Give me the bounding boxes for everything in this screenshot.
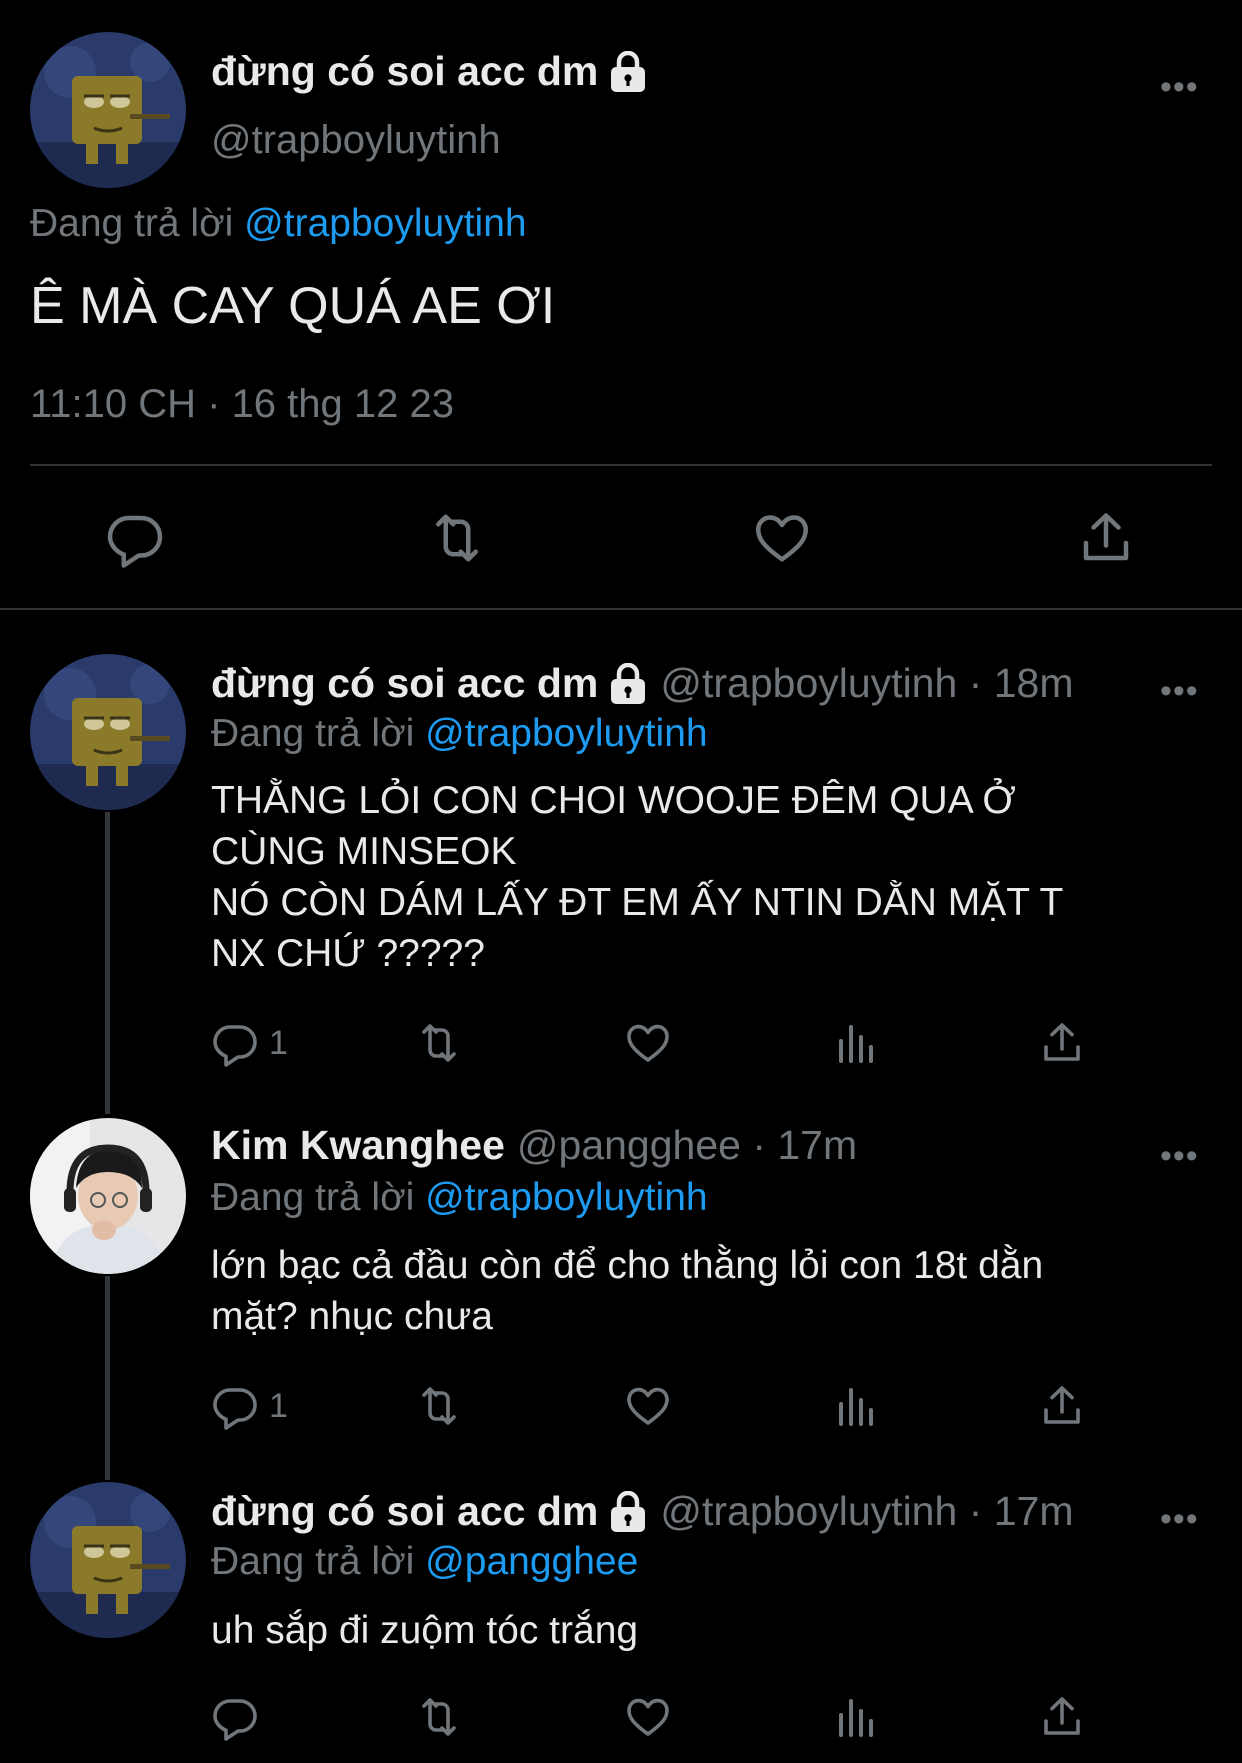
divider [30,464,1212,466]
reply-button[interactable]: 1 [211,1018,288,1068]
replying-prefix: Đang trả lời [211,712,415,755]
retweet-icon [415,1693,463,1741]
views-button[interactable] [831,1018,879,1068]
share-button[interactable] [1038,1692,1086,1742]
reply-text: uh sắp đi zuộm tóc trắng [211,1605,638,1656]
author-display-name[interactable]: đừng có soi acc dm [211,1488,598,1535]
lock-icon [608,1491,648,1533]
share-icon [1038,1693,1086,1741]
like-button[interactable] [624,1692,672,1742]
tweet-text: Ê MÀ CAY QUÁ AE ƠI [30,277,556,335]
text-line: CÙNG MINSEOK [211,830,517,873]
text-line: uh sắp đi zuộm tóc trắng [211,1609,639,1652]
share-icon [1038,1019,1086,1067]
text-line: mặt? nhục chưa [211,1295,493,1338]
share-button[interactable] [1038,1018,1086,1068]
tweet-timestamp[interactable]: 11:10 CH · 16 thg 12 23 [30,382,454,427]
like-button[interactable] [624,1018,672,1068]
avatar-image [30,1118,186,1274]
share-icon [1038,1382,1086,1430]
reply-icon [211,1019,259,1067]
replying-to: Đang trả lời @trapboyluytinh [30,202,527,246]
author-display-name[interactable]: đừng có soi acc dm [211,48,648,95]
avatar[interactable] [30,1482,186,1638]
like-button[interactable] [752,508,812,568]
reply-text: THẰNG LỎI CON CHOI WOOJE ĐÊM QUA Ở CÙNG … [211,775,1063,979]
mention-link[interactable]: @trapboyluytinh [244,202,526,245]
avatar-image [30,654,186,810]
reply-button[interactable]: 1 [211,1381,288,1431]
reply-header: Kim Kwanghee @pangghee · 17m [211,1122,857,1169]
retweet-button[interactable] [427,508,487,568]
reply-header: đừng có soi acc dm @trapboyluytinh · 17m [211,1488,1073,1535]
retweet-icon [415,1382,463,1430]
retweet-button[interactable] [415,1692,463,1742]
author-handle[interactable]: @trapboyluytinh [211,118,501,163]
like-icon [624,1382,672,1430]
retweet-icon [415,1019,463,1067]
stats-icon [831,1693,879,1741]
avatar[interactable] [30,654,186,810]
like-button[interactable] [624,1381,672,1431]
mention-link[interactable]: @pangghee [425,1540,638,1583]
lock-icon [608,663,648,705]
reply-header: đừng có soi acc dm @trapboyluytinh · 18m [211,660,1073,707]
replying-prefix: Đang trả lời [211,1176,415,1219]
text-line: lớn bạc cả đầu còn để cho thằng lỏi con … [211,1244,1044,1287]
display-name-text: đừng có soi acc dm [211,48,599,94]
avatar[interactable] [30,32,186,188]
retweet-button[interactable] [415,1381,463,1431]
reply-icon [211,1382,259,1430]
share-button[interactable] [1076,508,1136,568]
reply-count: 1 [269,1386,288,1425]
text-line: NÓ CÒN DÁM LẤY ĐT EM ẤY NTIN DẰN MẶT T [211,881,1064,924]
divider [0,608,1242,610]
lock-icon [608,51,648,93]
author-handle-time[interactable]: @trapboyluytinh · 17m [660,1488,1073,1535]
twitter-thread-screen: đừng có soi acc dm @trapboyluytinh ••• Đ… [0,0,1242,1763]
more-options-icon[interactable]: ••• [1160,674,1199,708]
text-line: NX CHỨ ????? [211,932,485,975]
more-options-icon[interactable]: ••• [1160,1502,1199,1536]
replying-to: Đang trả lời @trapboyluytinh [211,712,708,756]
views-button[interactable] [831,1692,879,1742]
avatar-image [30,1482,186,1638]
stats-icon [831,1382,879,1430]
more-options-icon[interactable]: ••• [1160,70,1199,104]
replying-prefix: Đang trả lời [211,1540,415,1583]
reply-action-bar: 1 [211,1018,1111,1070]
reply-icon [211,1693,259,1741]
like-icon [624,1019,672,1067]
reply-count: 1 [269,1023,288,1062]
stats-icon [831,1019,879,1067]
thread-line [105,1276,110,1480]
replying-to: Đang trả lời @trapboyluytinh [211,1176,708,1220]
avatar-image [30,32,186,188]
thread-line [105,812,110,1114]
retweet-icon [427,508,487,568]
views-button[interactable] [831,1381,879,1431]
like-icon [752,508,812,568]
replying-to: Đang trả lời @pangghee [211,1540,638,1584]
like-icon [624,1693,672,1741]
mention-link[interactable]: @trapboyluytinh [425,1176,707,1219]
author-handle-time[interactable]: @trapboyluytinh · 18m [660,660,1073,707]
reply-button[interactable] [211,1692,259,1742]
reply-text: lớn bạc cả đầu còn để cho thằng lỏi con … [211,1240,1043,1342]
reply-action-bar [211,1692,1111,1744]
replying-prefix: Đang trả lời [30,202,234,245]
more-options-icon[interactable]: ••• [1160,1139,1199,1173]
reply-action-bar: 1 [211,1381,1111,1433]
author-handle-time[interactable]: @pangghee · 17m [517,1122,857,1169]
author-display-name[interactable]: đừng có soi acc dm [211,660,598,707]
mention-link[interactable]: @trapboyluytinh [425,712,707,755]
author-display-name[interactable]: Kim Kwanghee [211,1122,505,1169]
share-button[interactable] [1038,1381,1086,1431]
avatar[interactable] [30,1118,186,1274]
text-line: THẰNG LỎI CON CHOI WOOJE ĐÊM QUA Ở [211,779,1016,822]
retweet-button[interactable] [415,1018,463,1068]
reply-icon [105,508,165,568]
share-icon [1076,508,1136,568]
reply-button[interactable] [105,508,165,568]
